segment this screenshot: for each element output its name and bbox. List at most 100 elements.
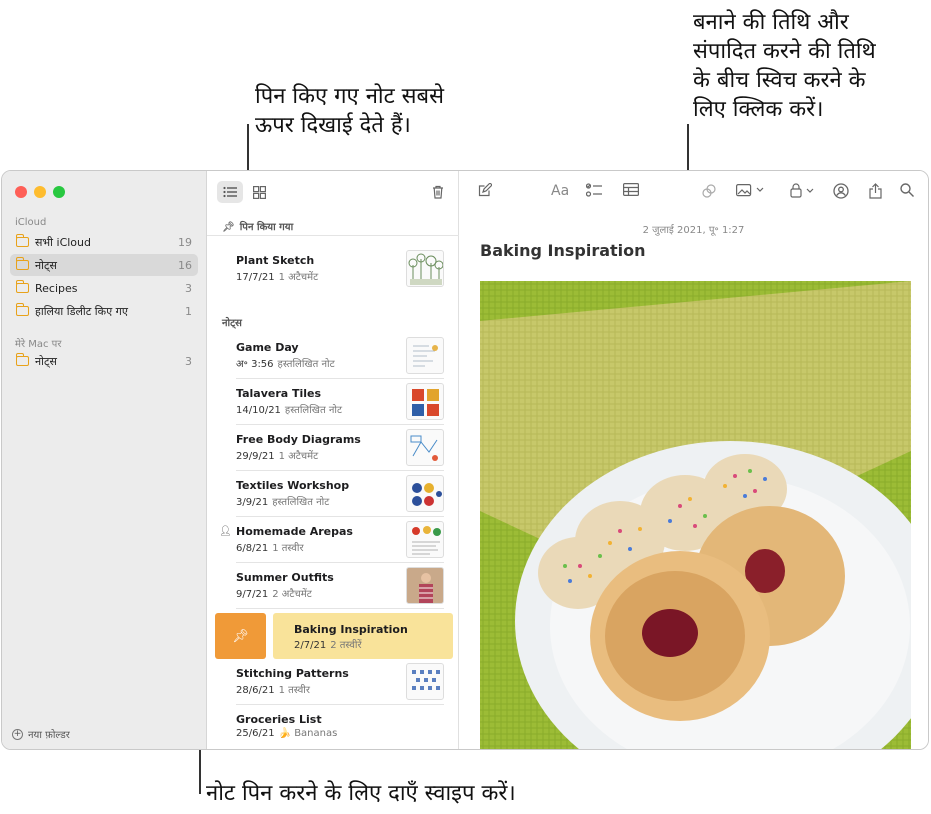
divider bbox=[207, 235, 459, 236]
link-icon bbox=[702, 184, 716, 198]
pin-icon: 📌︎ bbox=[222, 222, 235, 233]
note-editor: Aa 2 जुलाई 2021, पू॰ 1:27 Baking Inspira… bbox=[459, 171, 928, 749]
zoom-button[interactable] bbox=[53, 186, 65, 198]
note-title-heading: Baking Inspiration bbox=[480, 241, 646, 260]
search-button[interactable] bbox=[900, 183, 914, 201]
note-subtitle: हस्तलिखित नोट bbox=[284, 405, 343, 416]
note-meta: 25/6/21 🍌 Bananas bbox=[236, 728, 337, 739]
note-title: Groceries List bbox=[236, 713, 322, 726]
sidebar-item-recipes[interactable]: Recipes 3 bbox=[10, 277, 198, 299]
trash-icon bbox=[433, 185, 443, 199]
list-item[interactable]: Textiles Workshop 3/9/21 हस्तलिखित नोट bbox=[236, 471, 444, 517]
sidebar-item-notes[interactable]: नोट्स 16 bbox=[10, 254, 198, 276]
callout-swipe: नोट पिन करने के लिए दाएँ स्वाइप करें। bbox=[206, 781, 516, 806]
note-title: Textiles Workshop bbox=[236, 479, 350, 492]
icloud-section-label: iCloud bbox=[15, 217, 47, 228]
note-title: Summer Outfits bbox=[236, 571, 334, 584]
checklist-icon bbox=[585, 183, 602, 197]
new-folder-button[interactable]: + नया फ़ोल्डर bbox=[12, 727, 70, 741]
note-thumbnail bbox=[406, 567, 444, 604]
folder-count: 3 bbox=[185, 354, 192, 368]
minimize-button[interactable] bbox=[34, 186, 46, 198]
folder-icon bbox=[16, 353, 29, 366]
folder-count: 3 bbox=[185, 281, 192, 295]
note-meta: 17/7/21 1 अटैचमेंट bbox=[236, 269, 318, 283]
list-item[interactable]: Summer Outfits 9/7/21 2 अटैचमेंट bbox=[236, 563, 444, 609]
list-view-button[interactable] bbox=[217, 181, 243, 203]
note-date: 25/6/21 bbox=[236, 728, 275, 739]
compose-button[interactable] bbox=[478, 182, 493, 201]
note-title: Stitching Patterns bbox=[236, 667, 349, 680]
note-thumbnail bbox=[406, 383, 444, 420]
note-thumbnail bbox=[406, 337, 444, 374]
photo-icon bbox=[736, 184, 764, 197]
media-button[interactable] bbox=[736, 183, 764, 201]
note-date: 9/7/21 bbox=[236, 589, 269, 600]
window-controls bbox=[15, 186, 65, 198]
list-item[interactable]: Game Day अ॰ 3:56 हस्तलिखित नोट bbox=[236, 333, 444, 379]
note-title: Talavera Tiles bbox=[236, 387, 322, 400]
collaborate-button[interactable] bbox=[701, 183, 717, 203]
note-list: 📌︎ पिन किया गया Plant Sketch 17/7/21 1 अटै… bbox=[207, 171, 459, 749]
note-meta: 28/6/21 1 तस्वीर bbox=[236, 682, 310, 696]
person-circle-icon bbox=[833, 183, 849, 199]
note-date: 29/9/21 bbox=[236, 451, 275, 462]
callout-date-toggle: बनाने की तिथि और संपादित करने की तिथि के… bbox=[693, 10, 876, 122]
sidebar-item-mac-notes[interactable]: नोट्स 3 bbox=[10, 350, 198, 372]
folder-icon bbox=[16, 303, 29, 316]
gallery-view-button[interactable] bbox=[247, 181, 271, 203]
note-title: Game Day bbox=[236, 341, 299, 354]
gallery-view-icon bbox=[252, 185, 266, 199]
table-icon bbox=[623, 183, 640, 197]
folder-label: सभी iCloud bbox=[35, 235, 91, 249]
note-subtitle: 🍌 Bananas bbox=[278, 728, 338, 739]
list-view-icon bbox=[223, 186, 237, 198]
note-meta: 2/7/21 2 तस्वीरें bbox=[294, 637, 362, 651]
note-date: अ॰ 3:56 bbox=[236, 359, 274, 370]
note-thumbnail bbox=[406, 250, 444, 287]
shared-icon: 👤︎ bbox=[219, 526, 232, 537]
list-item-selected[interactable]: Baking Inspiration 2/7/21 2 तस्वीरें bbox=[273, 613, 453, 659]
note-subtitle: 1 तस्वीर bbox=[272, 543, 304, 554]
pinned-header: 📌︎ पिन किया गया bbox=[222, 219, 293, 233]
note-date-toggle[interactable]: 2 जुलाई 2021, पू॰ 1:27 bbox=[459, 222, 928, 236]
list-item[interactable]: Free Body Diagrams 29/9/21 1 अटैचमेंट bbox=[236, 425, 444, 471]
note-subtitle: 2 तस्वीरें bbox=[330, 640, 362, 651]
lock-button[interactable] bbox=[790, 183, 816, 202]
format-button[interactable]: Aa bbox=[551, 183, 569, 199]
checklist-button[interactable] bbox=[585, 183, 602, 201]
list-item[interactable]: Groceries List 25/6/21 🍌 Bananas bbox=[236, 705, 444, 749]
folder-count: 19 bbox=[178, 235, 192, 249]
pin-icon: 📌︎ bbox=[232, 628, 249, 644]
note-thumbnail bbox=[406, 663, 444, 700]
sidebar-item-all-icloud[interactable]: सभी iCloud 19 bbox=[10, 231, 198, 253]
swiped-note-row[interactable]: 📌︎ Baking Inspiration 2/7/21 2 तस्वीरें bbox=[215, 613, 455, 659]
list-item[interactable]: Stitching Patterns 28/6/21 1 तस्वीर bbox=[236, 659, 444, 705]
pin-button[interactable]: 📌︎ bbox=[215, 613, 266, 659]
folder-icon bbox=[16, 257, 29, 270]
folder-label: हालिया डिलीट किए गए bbox=[35, 304, 128, 318]
close-button[interactable] bbox=[15, 186, 27, 198]
note-date: 2/7/21 bbox=[294, 640, 327, 651]
table-button[interactable] bbox=[623, 183, 640, 200]
folder-label: नोट्स bbox=[35, 354, 57, 368]
share-collab-button[interactable] bbox=[833, 183, 849, 203]
list-item[interactable]: Plant Sketch 17/7/21 1 अटैचमेंट bbox=[236, 246, 444, 292]
delete-button[interactable] bbox=[427, 181, 449, 203]
folder-label: नोट्स bbox=[35, 258, 57, 272]
note-title: Free Body Diagrams bbox=[236, 433, 361, 446]
list-item[interactable]: Talavera Tiles 14/10/21 हस्तलिखित नोट bbox=[236, 379, 444, 425]
search-icon bbox=[900, 183, 914, 197]
sidebar-item-recently-deleted[interactable]: हालिया डिलीट किए गए 1 bbox=[10, 300, 198, 322]
share-button[interactable] bbox=[869, 183, 882, 203]
list-item[interactable]: 👤︎ Homemade Arepas 6/8/21 1 तस्वीर bbox=[219, 517, 444, 563]
note-subtitle: 1 तस्वीर bbox=[278, 685, 310, 696]
note-date: 6/8/21 bbox=[236, 543, 269, 554]
pinned-header-label: पिन किया गया bbox=[239, 222, 294, 233]
note-date: 3/9/21 bbox=[236, 497, 269, 508]
mac-section-label: मेरे Mac पर bbox=[15, 339, 62, 350]
folder-icon bbox=[16, 234, 29, 247]
note-meta: अ॰ 3:56 हस्तलिखित नोट bbox=[236, 356, 335, 370]
notes-header: नोट्स bbox=[222, 318, 242, 329]
note-photo bbox=[480, 281, 911, 749]
